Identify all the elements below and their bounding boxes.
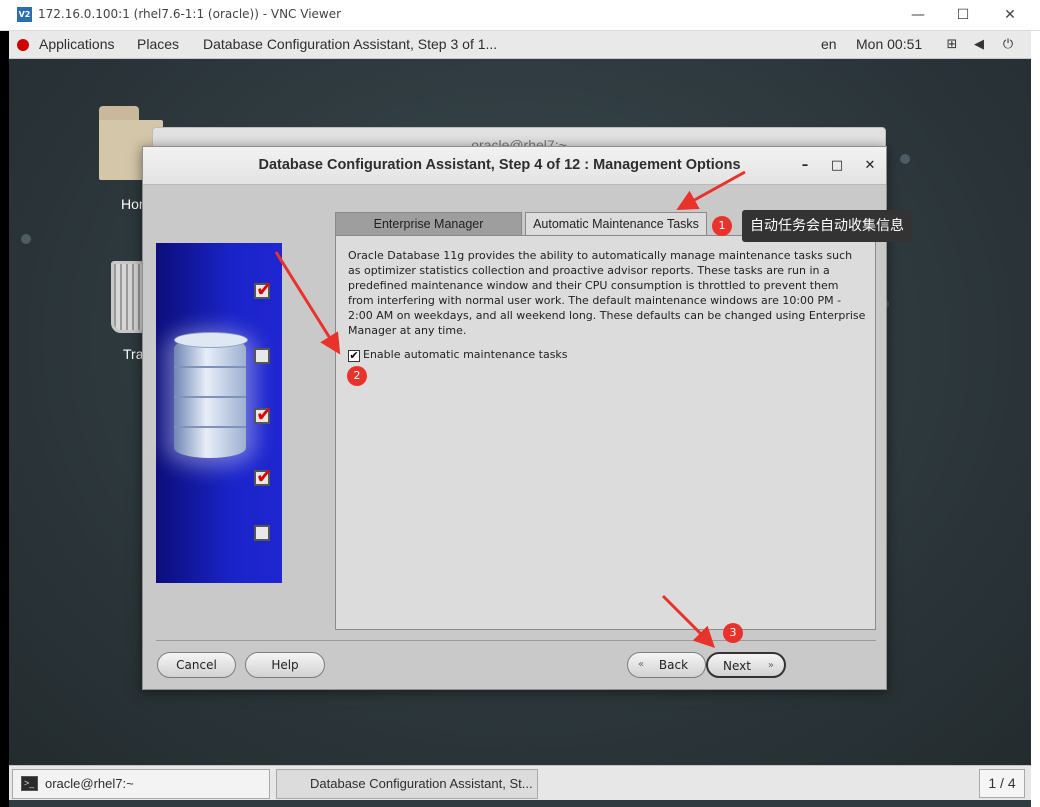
left-edge-strip <box>0 31 9 807</box>
step-checkbox-4 <box>254 464 273 488</box>
network-icon[interactable]: ⊞ <box>944 37 960 53</box>
annotation-badge-3: 3 <box>723 623 743 643</box>
description-text: Oracle Database 11g provides the ability… <box>348 249 866 337</box>
taskbar-terminal-button[interactable]: >_ oracle@rhel7:~ <box>12 769 270 799</box>
next-button-label: Next <box>723 659 751 673</box>
wallpaper-dot <box>900 154 910 164</box>
tab-automatic-maintenance-tasks[interactable]: Automatic Maintenance Tasks <box>525 212 707 235</box>
next-button[interactable]: Next » <box>706 652 786 678</box>
terminal-icon: >_ <box>21 776 38 791</box>
step-checkbox-3 <box>254 402 273 426</box>
dbca-maximize-icon[interactable]: □ <box>828 157 846 175</box>
step-checkbox-1 <box>254 277 273 301</box>
step-checkbox-2 <box>254 348 270 364</box>
step-checkbox-5 <box>254 525 270 541</box>
workspace-indicator[interactable]: 1 / 4 <box>979 769 1025 798</box>
button-separator <box>156 640 876 641</box>
places-menu[interactable]: Places <box>137 36 179 52</box>
dbca-close-icon[interactable]: ✕ <box>861 157 879 175</box>
back-chevron-icon: « <box>638 659 645 670</box>
next-chevron-icon: » <box>767 660 774 671</box>
dbca-minimize-icon[interactable]: – <box>796 157 814 175</box>
vnc-logo-icon: V2 <box>17 7 32 22</box>
clock[interactable]: Mon 00:51 <box>856 36 922 52</box>
right-edge-strip <box>1031 31 1040 807</box>
annotation-badge-1: 1 <box>712 216 732 236</box>
annotation-badge-2: 2 <box>347 366 367 386</box>
taskbar-dbca-label: Database Configuration Assistant, St... <box>310 776 533 791</box>
back-button[interactable]: « Back <box>627 652 706 678</box>
enable-maintenance-label[interactable]: Enable automatic maintenance tasks <box>363 348 568 361</box>
trash-label[interactable]: Tra <box>123 346 143 362</box>
power-icon[interactable]: ⏻ <box>1000 37 1016 53</box>
gnome-top-bar: Applications Places Database Configurati… <box>9 31 1031 59</box>
tab-content-panel: Oracle Database 11g provides the ability… <box>335 235 876 630</box>
taskbar-terminal-label: oracle@rhel7:~ <box>45 776 134 791</box>
dbca-titlebar[interactable]: Database Configuration Assistant, Step 4… <box>143 147 886 185</box>
enable-maintenance-checkbox[interactable]: ✔ <box>348 350 360 362</box>
step-progress-panel <box>156 243 282 583</box>
maximize-icon[interactable]: ☐ <box>948 3 978 27</box>
tab-enterprise-manager[interactable]: Enterprise Manager <box>335 212 522 235</box>
dbca-title: Database Configuration Assistant, Step 4… <box>258 157 741 173</box>
vnc-window-title: 172.16.0.100:1 (rhel7.6-1:1 (oracle)) - … <box>38 7 342 21</box>
volume-icon[interactable]: ◀ <box>971 37 987 53</box>
active-window-menu[interactable]: Database Configuration Assistant, Step 3… <box>203 36 497 52</box>
database-icon <box>174 332 248 458</box>
close-icon[interactable]: ✕ <box>995 3 1025 27</box>
help-button[interactable]: Help <box>245 652 325 678</box>
redhat-icon <box>17 39 29 51</box>
minimize-icon[interactable]: — <box>903 3 933 27</box>
back-button-label: Back <box>658 658 689 672</box>
taskbar: >_ oracle@rhel7:~ Database Configuration… <box>9 765 1031 800</box>
applications-menu[interactable]: Applications <box>39 36 115 52</box>
annotation-tooltip: 自动任务会自动收集信息 <box>742 210 912 242</box>
wallpaper-dot <box>21 234 31 244</box>
language-indicator[interactable]: en <box>821 36 837 52</box>
vnc-titlebar: V2 172.16.0.100:1 (rhel7.6-1:1 (oracle))… <box>0 0 1040 31</box>
taskbar-dbca-button[interactable]: Database Configuration Assistant, St... <box>276 769 538 799</box>
cancel-button[interactable]: Cancel <box>157 652 236 678</box>
